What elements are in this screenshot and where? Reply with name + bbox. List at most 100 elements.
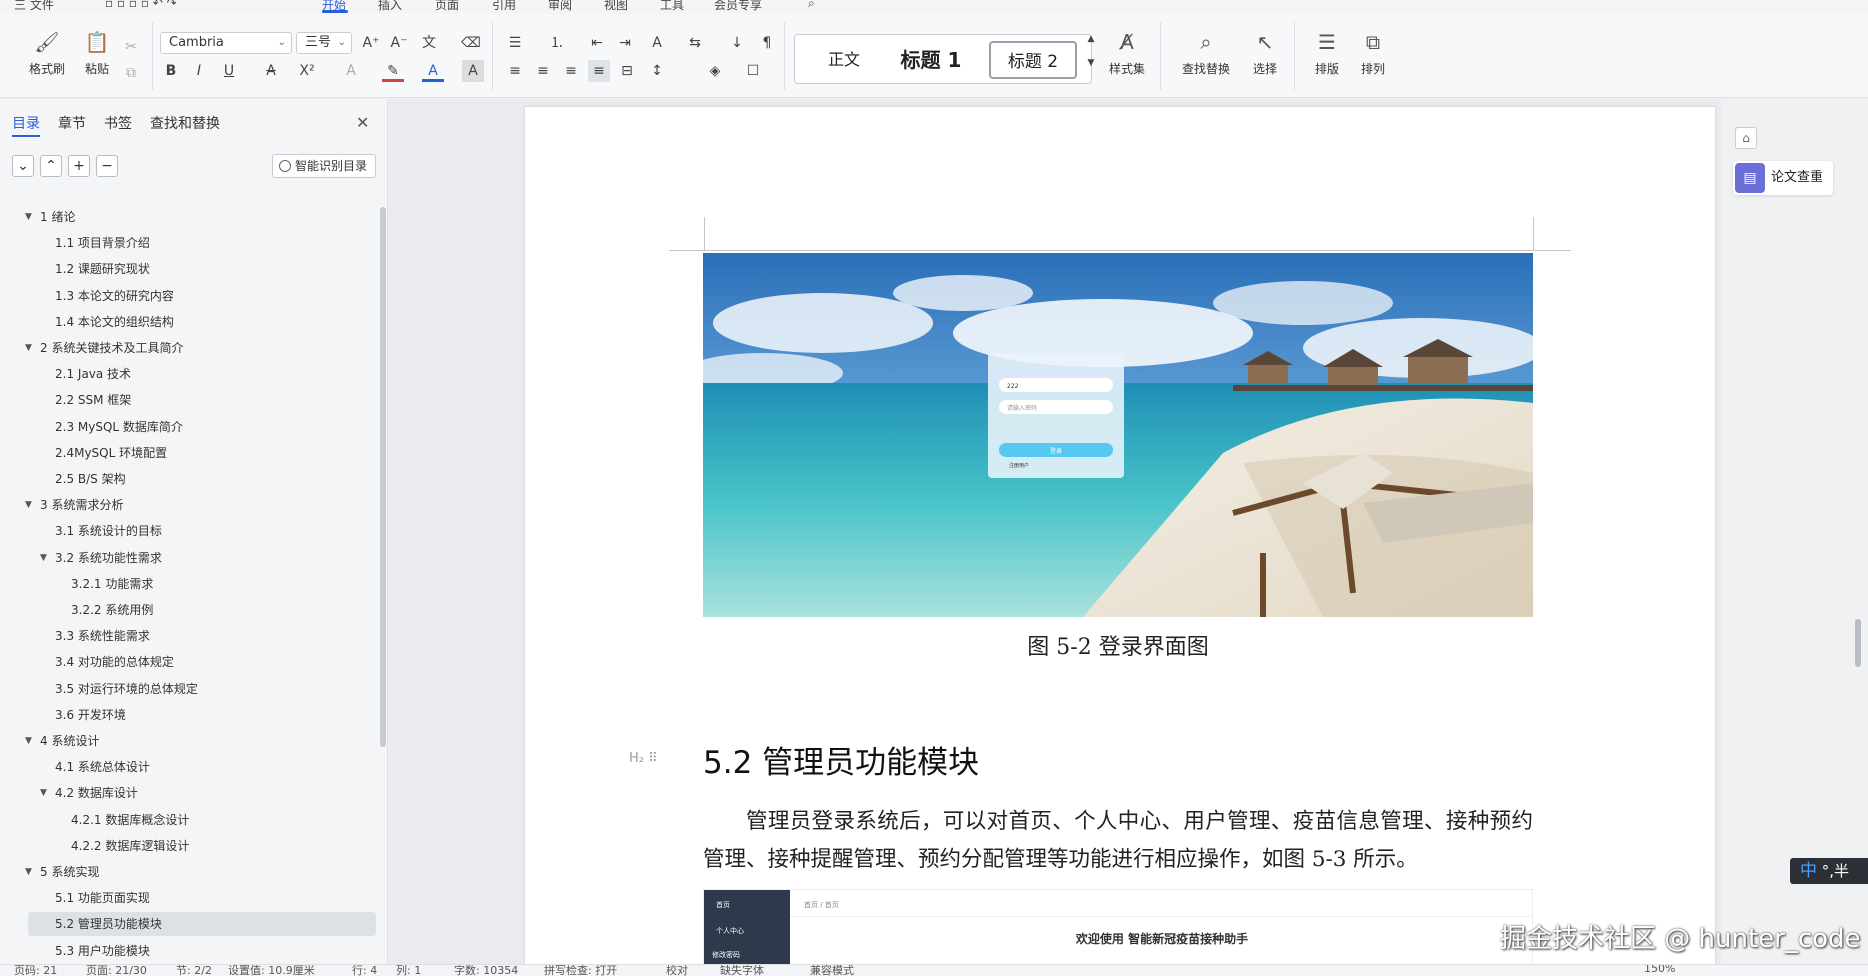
ime-indicator[interactable]: 中 °,半 (1790, 858, 1868, 884)
menu-view[interactable]: 视图 (604, 0, 628, 13)
toc-item[interactable]: ▼ 1 绪论 (25, 205, 75, 229)
arrange-button[interactable]: ⧉ 排列 (1348, 30, 1398, 77)
status-compat-mode[interactable]: 兼容模式 (810, 965, 854, 976)
select-button[interactable]: ↖ 选择 (1240, 30, 1290, 77)
tab-find-replace[interactable]: 查找和替换 (150, 113, 220, 133)
menu-reference[interactable]: 引用 (492, 0, 516, 13)
toc-item[interactable]: 3.2.2 系统用例 (71, 598, 153, 622)
phonetic-icon[interactable]: 文 (418, 32, 440, 54)
toc-item[interactable]: ▼ 4.2 数据库设计 (40, 781, 138, 805)
status-section[interactable]: 节: 2/2 (176, 965, 212, 976)
toc-item[interactable]: 1.1 项目背景介绍 (55, 231, 150, 255)
menu-tools[interactable]: 工具 (660, 0, 684, 13)
grow-font-icon[interactable]: A⁺ (360, 32, 382, 54)
decrease-indent-icon[interactable]: ⇤ (586, 32, 608, 54)
toc-item[interactable]: ▼ 3 系统需求分析 (25, 493, 123, 517)
toc-item[interactable]: 4.1 系统总体设计 (55, 755, 150, 779)
style-set-button[interactable]: A̸ 样式集 (1102, 30, 1152, 77)
status-column[interactable]: 列: 1 (396, 965, 421, 976)
highlight-icon[interactable]: ✎ (382, 60, 404, 82)
toc-item[interactable]: 3.5 对运行环境的总体规定 (55, 677, 198, 701)
expand-arrow-icon[interactable]: ▼ (25, 729, 32, 753)
font-family-select[interactable]: Cambria ⌄ (160, 32, 292, 54)
paper-check-button[interactable]: ▤ 论文查重 (1733, 161, 1833, 195)
toc-item[interactable]: 1.4 本论文的组织结构 (55, 310, 174, 334)
menu-member[interactable]: 会员专享 (714, 0, 762, 13)
toc-item[interactable]: 5.1 功能页面实现 (55, 886, 150, 910)
expand-arrow-icon[interactable]: ▼ (25, 860, 32, 884)
justify-icon[interactable]: ≡ (588, 60, 610, 82)
toc-item[interactable]: 3.1 系统设计的目标 (55, 519, 162, 543)
border-icon[interactable]: ☐ (742, 60, 764, 82)
superscript-icon[interactable]: X² (296, 60, 318, 82)
toc-item[interactable]: 2.4MySQL 环境配置 (55, 441, 167, 465)
toc-item[interactable]: 2.1 Java 技术 (55, 362, 131, 386)
chevron-down-icon[interactable]: ▼ (1080, 52, 1102, 74)
eraser-icon[interactable]: ⌫ (460, 32, 482, 54)
cut-icon[interactable]: ✂ (120, 36, 142, 58)
line-spacing-icon[interactable]: ↕ (646, 60, 668, 82)
char-shading-icon[interactable]: A (462, 60, 484, 82)
toc-item[interactable]: 4.2.1 数据库概念设计 (71, 808, 189, 832)
status-row[interactable]: 行: 4 (352, 965, 377, 976)
scroll-thumb[interactable] (1855, 619, 1861, 667)
sort-icon[interactable]: ↓ (726, 32, 748, 54)
remove-toc-button[interactable]: − (96, 155, 118, 177)
status-zoom[interactable]: 150% (1644, 965, 1675, 975)
expand-arrow-icon[interactable]: ▼ (25, 336, 32, 360)
shrink-font-icon[interactable]: A⁻ (388, 32, 410, 54)
toc-item[interactable]: 3.2.1 功能需求 (71, 572, 153, 596)
menu-page[interactable]: 页面 (435, 0, 459, 13)
smart-toc-button[interactable]: 智能识别目录 (272, 154, 376, 178)
menu-file[interactable]: 三 文件 (14, 0, 54, 13)
toc-item[interactable]: 3.3 系统性能需求 (55, 624, 150, 648)
italic-icon[interactable]: I (188, 60, 210, 82)
menu-review[interactable]: 审阅 (548, 0, 572, 13)
search-icon[interactable]: ⌕ (808, 0, 815, 11)
align-right-icon[interactable]: ≡ (560, 60, 582, 82)
toc-item[interactable]: ▼ 2 系统关键技术及工具简介 (25, 336, 183, 360)
nav-scrollbar[interactable] (380, 207, 386, 747)
expand-arrow-icon[interactable]: ▼ (25, 493, 32, 517)
tab-bookmark[interactable]: 书签 (104, 113, 132, 133)
align-center-icon[interactable]: ≡ (532, 60, 554, 82)
chevron-up-icon[interactable]: ▲ (1080, 28, 1102, 50)
style-normal[interactable]: 正文 (813, 41, 875, 79)
toc-item[interactable]: 5.2 管理员功能模块 (28, 912, 376, 937)
status-proofread[interactable]: 校对 (666, 965, 688, 976)
document-scrollbar[interactable] (1851, 99, 1865, 964)
convert-icon[interactable]: ⇆ (684, 32, 706, 54)
toc-item[interactable]: 3.4 对功能的总体规定 (55, 650, 174, 674)
add-toc-button[interactable]: + (68, 155, 90, 177)
show-marks-icon[interactable]: ¶ (756, 32, 778, 54)
bold-icon[interactable]: B (160, 60, 182, 82)
strikethrough-icon[interactable]: A (260, 60, 282, 82)
expand-arrow-icon[interactable]: ▼ (40, 546, 47, 570)
paste-button[interactable]: 📋 粘贴 (72, 30, 122, 77)
toc-item[interactable]: 3.6 开发环境 (55, 703, 126, 727)
status-missing-font[interactable]: 缺失字体 (720, 965, 764, 976)
find-replace-button[interactable]: ⌕ 查找替换 (1176, 30, 1236, 77)
format-painter-button[interactable]: 🖌 格式刷 (22, 30, 72, 77)
quick-access-icons[interactable]: ▫ ▫ ▫ ▫ ↶ ↷ (105, 0, 177, 10)
toc-item[interactable]: 2.3 MySQL 数据库简介 (55, 415, 183, 439)
status-page-count[interactable]: 页面: 21/30 (86, 965, 147, 976)
menu-insert[interactable]: 插入 (378, 0, 402, 13)
collapse-all-button[interactable]: ⌄ (12, 155, 34, 177)
expand-arrow-icon[interactable]: ▼ (25, 205, 32, 229)
status-page-number[interactable]: 页码: 21 (14, 965, 57, 976)
tab-toc[interactable]: 目录 (12, 113, 40, 133)
heading-level-marker[interactable]: H₂ ⠿ (629, 751, 658, 766)
font-color-icon[interactable]: A (422, 60, 444, 82)
toc-item[interactable]: 1.3 本论文的研究内容 (55, 284, 174, 308)
status-setting[interactable]: 设置值: 10.9厘米 (228, 965, 315, 976)
align-left-icon[interactable]: ≡ (504, 60, 526, 82)
close-icon[interactable]: ✕ (356, 113, 369, 132)
toc-item[interactable]: ▼ 4 系统设计 (25, 729, 99, 753)
bullet-list-icon[interactable]: ☰ (504, 32, 526, 54)
expand-up-button[interactable]: ⌃ (40, 155, 62, 177)
font-size-select[interactable]: 三号 ⌄ (296, 32, 352, 54)
distribute-icon[interactable]: ⊟ (616, 60, 638, 82)
toc-item[interactable]: 5.3 用户功能模块 (55, 939, 150, 963)
copy-icon[interactable]: ⧉ (120, 62, 142, 84)
